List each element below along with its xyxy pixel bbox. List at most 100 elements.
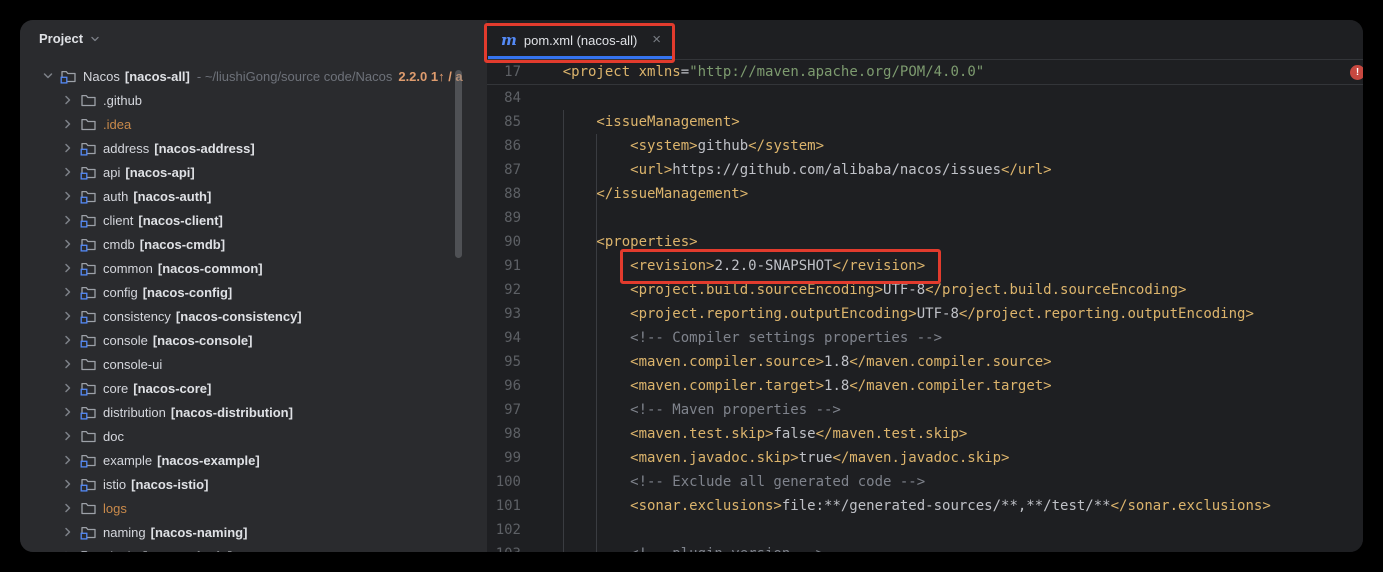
tree-item-console[interactable]: console[nacos-console] (20, 328, 487, 352)
tree-item-address[interactable]: address[nacos-address] (20, 136, 487, 160)
module-folder-icon (80, 452, 97, 469)
tree-item-client[interactable]: client[nacos-client] (20, 208, 487, 232)
line-number: 87 (487, 158, 521, 182)
line-number: 88 (487, 182, 521, 206)
chevron-right-icon[interactable] (60, 476, 76, 492)
module-folder-icon (60, 68, 77, 85)
line-number: 85 (487, 110, 521, 134)
close-icon[interactable]: × (652, 33, 661, 47)
tree-item-naming[interactable]: naming[nacos-naming] (20, 520, 487, 544)
tree-item-plugin[interactable]: plugin [nacos-plugin] (20, 544, 487, 552)
tree-item-core[interactable]: core[nacos-core] (20, 376, 487, 400)
tab-label: pom.xml (nacos-all) (524, 33, 637, 48)
code-text: <project xmlns="http://maven.apache.org/… (521, 60, 984, 84)
chevron-right-icon[interactable] (60, 236, 76, 252)
chevron-down-icon[interactable] (40, 68, 56, 84)
tree-item-example[interactable]: example[nacos-example] (20, 448, 487, 472)
chevron-right-icon[interactable] (60, 356, 76, 372)
project-panel-header[interactable]: Project (39, 31, 102, 46)
error-indicator-glyph: ! (1356, 67, 1359, 78)
line-number: 103 (487, 542, 521, 552)
ide-window: Project Nacos[nacos-all]- ~/liushiGong/s… (20, 20, 1363, 552)
chevron-right-icon[interactable] (60, 116, 76, 132)
code-line-100: 100 <!-- Exclude all generated code --> (487, 470, 1363, 494)
tree-item-console-ui[interactable]: console-ui (20, 352, 487, 376)
chevron-right-icon[interactable] (60, 188, 76, 204)
chevron-right-icon[interactable] (60, 428, 76, 444)
module-folder-icon (80, 332, 97, 349)
panel-title: Project (39, 31, 83, 46)
code-text: <maven.compiler.source>1.8</maven.compil… (521, 350, 1052, 374)
tree-item-github[interactable]: .github (20, 88, 487, 112)
module-folder-icon (80, 236, 97, 253)
tab-pom-xml[interactable]: m pom.xml (nacos-all) × (488, 21, 673, 59)
tree-item-label: plugin (103, 549, 138, 553)
chevron-right-icon[interactable] (60, 140, 76, 156)
code-text (521, 206, 529, 230)
tree-item-doc[interactable]: doc (20, 424, 487, 448)
tree-scrollbar[interactable] (455, 70, 462, 258)
chevron-right-icon[interactable] (60, 164, 76, 180)
tree-item-auth[interactable]: auth[nacos-auth] (20, 184, 487, 208)
folder-icon (80, 428, 97, 445)
module-name: [nacos-plugin] (143, 549, 233, 553)
tree-item-label: consistency (103, 309, 171, 324)
code-line-94: 94 <!-- Compiler settings properties --> (487, 326, 1363, 350)
tree-item-consistency[interactable]: consistency[nacos-consistency] (20, 304, 487, 328)
line-number: 96 (487, 374, 521, 398)
module-name: [nacos-cmdb] (140, 237, 225, 252)
tree-item-label: core (103, 381, 128, 396)
module-name: [nacos-api] (125, 165, 194, 180)
chevron-right-icon[interactable] (60, 332, 76, 348)
module-name: [nacos-all] (125, 69, 190, 84)
code-text (521, 86, 529, 110)
tree-item-common[interactable]: common[nacos-common] (20, 256, 487, 280)
tree-item-api[interactable]: api[nacos-api] (20, 160, 487, 184)
tree-item-distribution[interactable]: distribution[nacos-distribution] (20, 400, 487, 424)
code-text: <properties> (521, 230, 698, 254)
chevron-right-icon[interactable] (60, 260, 76, 276)
tree-item-istio[interactable]: istio[nacos-istio] (20, 472, 487, 496)
tree-item-label: .github (103, 93, 142, 108)
line-number: 91 (487, 254, 521, 278)
project-tree: Nacos[nacos-all]- ~/liushiGong/source co… (20, 64, 487, 552)
line-number: 98 (487, 422, 521, 446)
line-number: 100 (487, 470, 521, 494)
module-folder-icon (80, 140, 97, 157)
module-folder-icon (80, 476, 97, 493)
module-folder-icon (80, 404, 97, 421)
editor-area[interactable]: m pom.xml (nacos-all) × 17 <project xmln… (487, 20, 1363, 552)
tree-item-logs[interactable]: logs (20, 496, 487, 520)
tree-item-nacos[interactable]: Nacos[nacos-all]- ~/liushiGong/source co… (20, 64, 487, 88)
chevron-right-icon[interactable] (60, 92, 76, 108)
module-folder-icon (80, 212, 97, 229)
code-area[interactable]: 17 <project xmlns="http://maven.apache.o… (487, 60, 1363, 552)
chevron-right-icon[interactable] (60, 404, 76, 420)
tree-item-label: example (103, 453, 152, 468)
line-number: 94 (487, 326, 521, 350)
indent-guide (596, 134, 597, 552)
code-text: <issueManagement> (521, 110, 740, 134)
error-indicator-icon[interactable]: ! (1350, 65, 1363, 80)
tree-item-idea[interactable]: .idea (20, 112, 487, 136)
chevron-right-icon[interactable] (60, 500, 76, 516)
chevron-right-icon[interactable] (60, 524, 76, 540)
code-line-95: 95 <maven.compiler.source>1.8</maven.com… (487, 350, 1363, 374)
chevron-right-icon[interactable] (60, 452, 76, 468)
chevron-right-icon[interactable] (60, 380, 76, 396)
chevron-right-icon[interactable] (60, 548, 76, 552)
line-number: 101 (487, 494, 521, 518)
code-line-87: 87 <url>https://github.com/alibaba/nacos… (487, 158, 1363, 182)
chevron-right-icon[interactable] (60, 212, 76, 228)
tree-item-cmdb[interactable]: cmdb[nacos-cmdb] (20, 232, 487, 256)
chevron-right-icon[interactable] (60, 284, 76, 300)
module-folder-icon (80, 308, 97, 325)
module-folder-icon (80, 260, 97, 277)
chevron-right-icon[interactable] (60, 308, 76, 324)
editor-tab-bar: m pom.xml (nacos-all) × (487, 20, 1363, 60)
module-name: [nacos-client] (138, 213, 223, 228)
tree-item-config[interactable]: config[nacos-config] (20, 280, 487, 304)
line-number: 97 (487, 398, 521, 422)
code-text: <project.build.sourceEncoding>UTF-8</pro… (521, 278, 1186, 302)
line-number: 90 (487, 230, 521, 254)
